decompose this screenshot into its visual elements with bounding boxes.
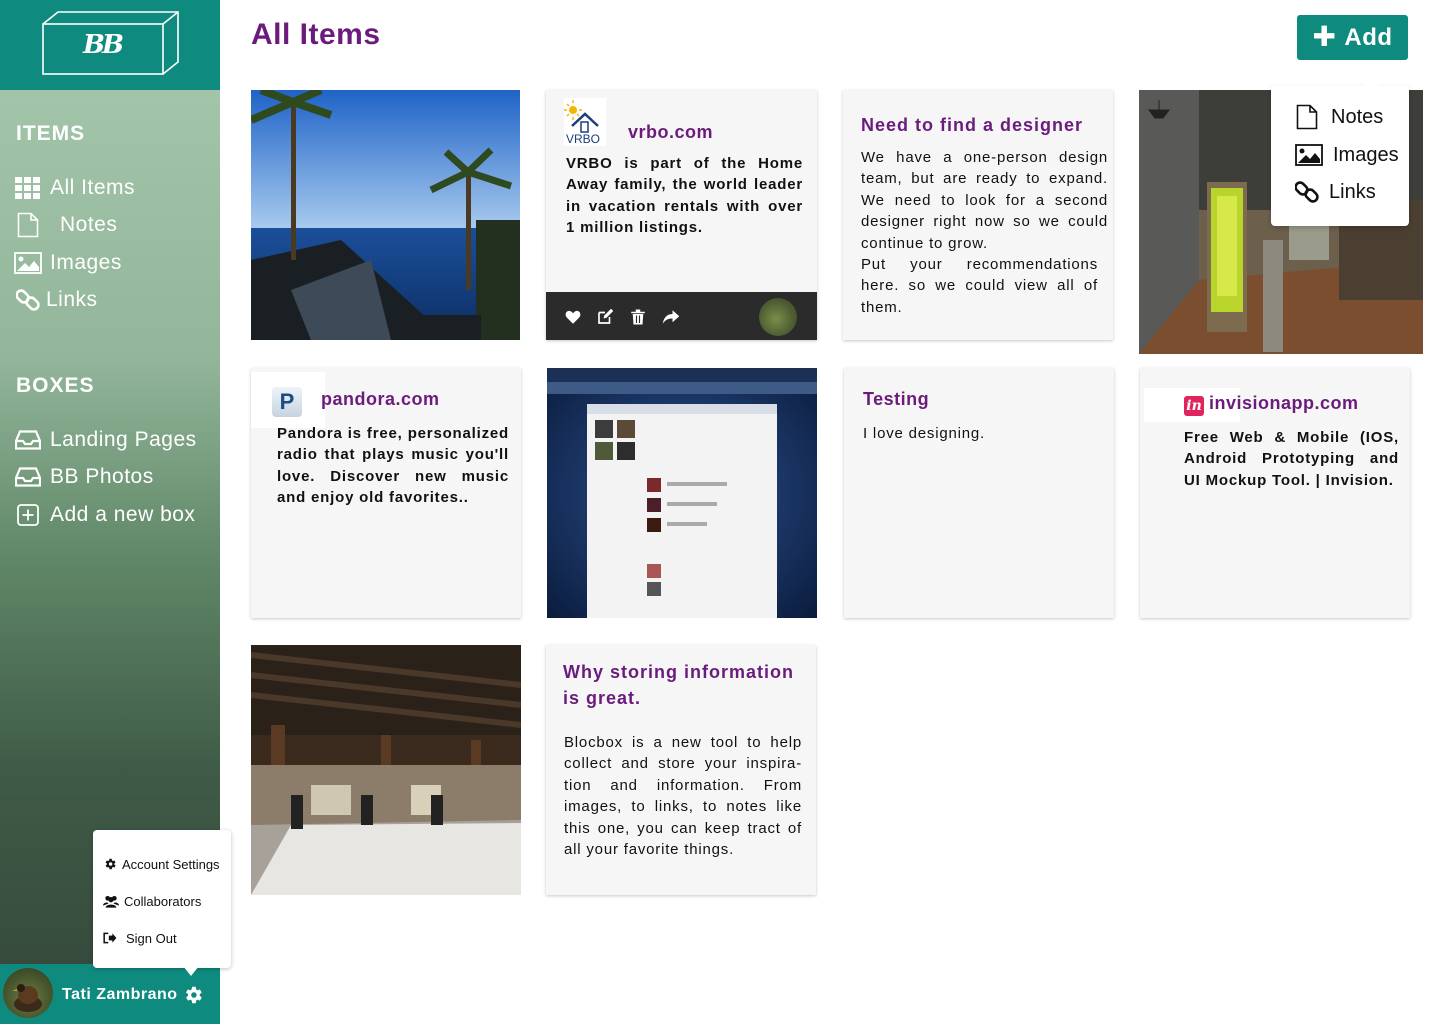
image-icon	[1295, 144, 1323, 166]
menu-item-label: Account Settings	[122, 856, 220, 872]
vrbo-logo: VRBO	[564, 98, 606, 146]
sidebar-box-label: Add a new box	[50, 503, 196, 526]
card-body-2: Put your recommendations here. so we cou…	[861, 256, 1098, 316]
vrbo-logo-text: VRBO	[566, 132, 601, 146]
link-icon	[1295, 181, 1319, 203]
link-icon	[14, 287, 42, 313]
menu-item-label: Images	[1333, 143, 1399, 166]
cog-icon	[105, 858, 116, 870]
user-name: Tati Zambrano	[62, 986, 178, 1003]
add-images-menu-item[interactable]: Images	[1295, 141, 1399, 169]
menu-item-label: Collaborators	[124, 893, 202, 909]
add-dropdown-menu: Notes Images Links	[1271, 74, 1409, 226]
trash-icon[interactable]	[629, 308, 647, 326]
card-action-bar	[546, 292, 817, 340]
user-menu-popover: Account Settings Collaborators Sign Out	[93, 830, 231, 976]
document-icon	[1296, 104, 1318, 130]
account-settings-menu-item[interactable]: Account Settings	[103, 855, 220, 873]
image-card-pool[interactable]	[251, 90, 520, 340]
add-button[interactable]: ✚ Add	[1297, 15, 1408, 60]
note-card-storing[interactable]: Why storing information is great. Blocbo…	[546, 645, 816, 895]
sidebar-item-notes[interactable]: Notes	[14, 210, 117, 240]
card-title[interactable]: invisionapp.com	[1209, 390, 1359, 416]
image-card-loft[interactable]	[251, 645, 521, 895]
document-icon	[14, 212, 42, 238]
add-notes-menu-item[interactable]: Notes	[1295, 103, 1383, 131]
invision-logo-letter: in	[1184, 396, 1204, 416]
pool-photo	[251, 90, 520, 340]
screenshot-photo	[547, 368, 817, 618]
collaborators-menu-item[interactable]: Collaborators	[103, 892, 201, 910]
card-title[interactable]: Why storing information is great.	[563, 659, 803, 711]
card-title[interactable]: Need to find a designer	[861, 112, 1083, 138]
sidebar-item-images[interactable]: Images	[14, 248, 122, 278]
card-body: We have a one-person design team, but ar…	[861, 149, 1108, 252]
sidebar-box-label: Landing Pages	[50, 428, 197, 451]
image-card-screenshot[interactable]	[547, 368, 817, 618]
card-title[interactable]: Testing	[863, 386, 929, 412]
sidebar-box-label: BB Photos	[50, 465, 154, 488]
link-card-vrbo[interactable]: VRBO vrbo.com VRBO is part of the Home A…	[546, 90, 817, 340]
boxes-heading: BOXES	[16, 374, 95, 397]
pandora-logo-letter: P	[272, 387, 302, 417]
page-title: All Items	[251, 18, 381, 51]
heart-icon[interactable]	[564, 308, 582, 326]
menu-item-label: Notes	[1331, 105, 1384, 128]
card-body: Blocbox is a new tool to help collect an…	[564, 734, 802, 859]
inbox-icon	[14, 464, 42, 490]
link-card-invision[interactable]: in invisionapp.com Free Web & Mobile (IO…	[1140, 368, 1410, 618]
card-title[interactable]: vrbo.com	[628, 119, 713, 145]
sign-out-menu-item[interactable]: Sign Out	[103, 929, 177, 947]
loft-photo	[251, 645, 521, 895]
users-icon	[103, 896, 119, 908]
add-new-box-button[interactable]: Add a new box	[14, 500, 195, 530]
edit-icon[interactable]	[596, 308, 614, 326]
sign-out-icon	[103, 932, 117, 944]
sidebar-item-label: Images	[50, 251, 122, 274]
sidebar-item-all-items[interactable]: All Items	[14, 173, 135, 203]
card-body: Free Web & Mobile (IOS, Android Prototyp…	[1184, 429, 1399, 489]
inbox-icon	[14, 427, 42, 453]
grid-icon	[14, 175, 42, 201]
add-links-menu-item[interactable]: Links	[1295, 178, 1376, 206]
sidebar-box-landing-pages[interactable]: Landing Pages	[14, 425, 197, 455]
items-heading: ITEMS	[16, 122, 86, 145]
card-body: VRBO is part of the Home Away family, th…	[566, 155, 803, 237]
note-card-testing[interactable]: Testing I love designing.	[844, 368, 1114, 618]
logo-text: BB	[83, 30, 124, 60]
collaborator-avatar[interactable]	[759, 298, 797, 336]
popover-tail	[183, 966, 199, 976]
link-card-pandora[interactable]: P pandora.com Pandora is free, personali…	[251, 368, 521, 618]
share-icon[interactable]	[662, 308, 680, 326]
logo-area[interactable]: BB	[0, 0, 220, 90]
avatar-photo	[12, 984, 42, 1012]
sidebar-item-label: Links	[46, 288, 98, 311]
note-card-designer[interactable]: Need to find a designer We have a one-pe…	[843, 90, 1113, 340]
sidebar-item-label: Notes	[60, 213, 118, 236]
menu-item-label: Links	[1329, 180, 1376, 203]
avatar[interactable]	[3, 968, 53, 1018]
card-body: Pandora is free, personalized radio that…	[277, 425, 509, 507]
pandora-logo: P	[251, 372, 325, 428]
sidebar-box-bb-photos[interactable]: BB Photos	[14, 462, 154, 492]
menu-item-label: Sign Out	[126, 930, 177, 946]
card-title[interactable]: pandora.com	[321, 386, 440, 412]
plus-icon: ✚	[1312, 21, 1337, 52]
dropdown-caret	[1363, 74, 1379, 86]
sidebar-item-links[interactable]: Links	[14, 285, 98, 315]
add-button-label: Add	[1344, 23, 1393, 51]
plus-square-icon	[14, 502, 42, 528]
gear-icon[interactable]	[182, 984, 204, 1006]
card-body: I love designing.	[863, 425, 986, 442]
sidebar-item-label: All Items	[50, 176, 136, 199]
image-icon	[14, 250, 42, 276]
